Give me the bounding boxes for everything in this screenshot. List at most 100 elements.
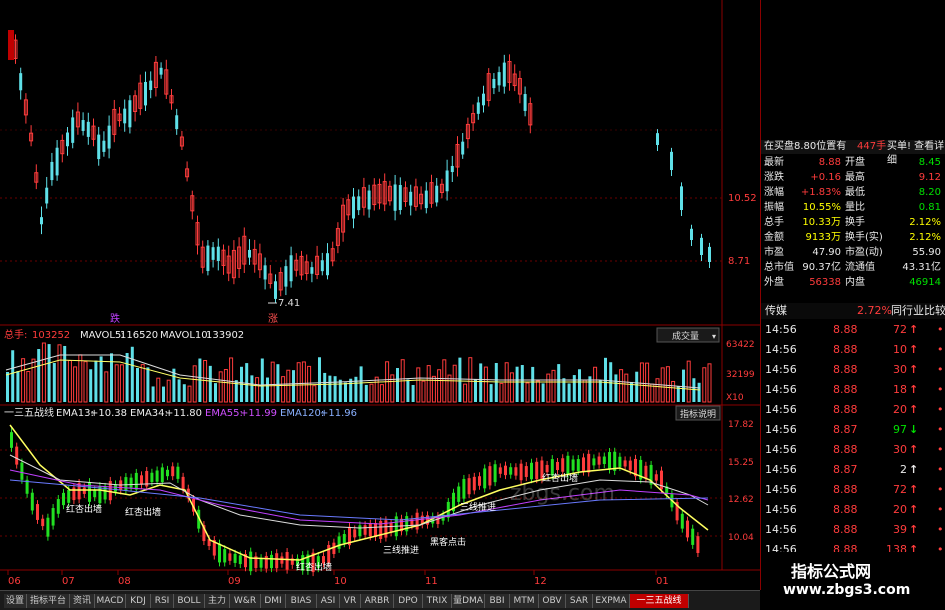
quote-label: 最高 — [845, 172, 865, 183]
tab-dma[interactable]: 量DMA — [452, 594, 485, 608]
industry-change: 2.72% — [857, 304, 892, 317]
tick-row: 14:56 8.87 97 ↓ • — [761, 420, 945, 440]
tab-macd[interactable]: MACD — [95, 594, 126, 608]
quote-row: 涨跌 +0.16 最高 9.12 — [761, 170, 945, 185]
tick-price: 8.88 — [833, 503, 858, 516]
tick-row: 14:56 8.88 10 ↑ • — [761, 340, 945, 360]
ema120-value: +11.96 — [320, 408, 357, 419]
tick-time: 14:56 — [765, 503, 797, 516]
tab-[interactable]: 指标平台 — [27, 594, 70, 608]
annotation-1: 红杏出墙 — [66, 503, 102, 515]
volume-axis-top: 63422 — [726, 340, 755, 350]
tab-boll[interactable]: BOLL — [174, 594, 205, 608]
quote-info-panel: 在买盘8.80位置有 447手 买单! 查看详细 最新 8.88 开盘 8.45 涨跌 +… — [761, 140, 945, 320]
scroll-marker[interactable] — [8, 30, 14, 60]
tick-volume: 97 — [893, 423, 907, 436]
tab-[interactable]: 一三五战线 — [630, 594, 689, 608]
dropdown-arrow-icon[interactable]: ▾ — [712, 332, 716, 341]
tab-obv[interactable]: OBV — [539, 594, 566, 608]
mavol10-label: MAVOL10: — [160, 330, 211, 341]
tab-wr[interactable]: W&R — [230, 594, 261, 608]
ema55-label: EMA55: — [205, 408, 243, 419]
event-marker-rise[interactable]: 涨 — [268, 313, 278, 325]
industry-row[interactable]: 传媒 2.72% 同行业比较 — [761, 303, 945, 319]
indicator-name[interactable]: 一三五战线 — [4, 406, 54, 419]
tick-volume: 10 — [893, 343, 907, 356]
tick-price: 8.88 — [833, 403, 858, 416]
mavol10-value: 133902 — [206, 330, 244, 341]
tick-volume: 18 — [893, 383, 907, 396]
tick-price: 8.88 — [833, 323, 858, 336]
mavol5-value: 116520 — [120, 330, 158, 341]
volume-axis-mid: 32199 — [726, 370, 755, 380]
site-badge: 指标公式网 www.zbgs3.com — [761, 552, 945, 609]
price-label-high: 10.52 — [728, 193, 757, 204]
ema34-label: EMA34: — [130, 408, 168, 419]
quote-value: 56338 — [809, 277, 841, 288]
tick-flag-icon: • — [937, 463, 944, 476]
tab-bias[interactable]: BIAS — [286, 594, 317, 608]
ema55-value: +11.99 — [240, 408, 277, 419]
tick-price: 8.87 — [833, 463, 858, 476]
tick-row: 14:56 8.87 2 ↑ • — [761, 460, 945, 480]
tick-volume: 72 — [893, 323, 907, 336]
tab-[interactable]: 资讯 — [70, 594, 95, 608]
tab-dpo[interactable]: DPO — [394, 594, 423, 608]
tab-dmi[interactable]: DMI — [261, 594, 286, 608]
quote-label: 外盘 — [764, 277, 784, 288]
tab-vr[interactable]: VR — [340, 594, 361, 608]
price-label-mid: 8.71 — [728, 256, 750, 267]
ema13-label: EMA13: — [56, 408, 94, 419]
quote-row: 总手 10.33万 换手 2.12% — [761, 215, 945, 230]
quote-label: 换手 — [845, 217, 865, 228]
tab-bbi[interactable]: BBI — [485, 594, 510, 608]
tick-price: 8.88 — [833, 343, 858, 356]
quote-value: 90.37亿 — [802, 262, 841, 273]
tab-[interactable]: 设置 — [4, 594, 27, 608]
tab-rsi[interactable]: RSI — [151, 594, 174, 608]
tab-kdj[interactable]: KDJ — [126, 594, 151, 608]
tick-list[interactable]: 传媒 2.72% 同行业比较 14:56 8.88 72 ↑ • 14:56 8.88 10 ↑… — [761, 300, 945, 556]
tick-time: 14:56 — [765, 323, 797, 336]
date-axis: 06 07 08 09 10 11 12 01 — [7, 570, 669, 587]
event-marker-fall[interactable]: 跌 — [110, 312, 120, 325]
stock-chart[interactable]: 10.52 8.71 7.41 跌 涨 总手: 103252 MAVOL5: 1… — [0, 0, 760, 590]
tab-arbr[interactable]: ARBR — [361, 594, 394, 608]
tick-time: 14:56 — [765, 463, 797, 476]
ema120-label: EMA120: — [280, 408, 324, 419]
order-alert-text: 在买盘8.80位置有 — [764, 141, 847, 152]
annotation-6: 三线推进 — [460, 501, 496, 513]
date-label-01: 01 — [656, 576, 669, 587]
tab-sar[interactable]: SAR — [566, 594, 593, 608]
tick-volume: 20 — [893, 403, 907, 416]
quote-value: +0.16 — [810, 172, 841, 183]
tick-time: 14:56 — [765, 483, 797, 496]
tick-time: 14:56 — [765, 363, 797, 376]
tick-price: 8.88 — [833, 363, 858, 376]
ind-axis-3: 12.62 — [728, 495, 754, 505]
quote-row: 振幅 10.55% 量比 0.81 — [761, 200, 945, 215]
industry-compare-link[interactable]: 同行业比较 — [891, 303, 945, 319]
ind-axis-4: 10.04 — [728, 533, 754, 543]
tab-trix[interactable]: TRIX — [423, 594, 452, 608]
quote-label: 量比 — [845, 202, 865, 213]
tick-time: 14:56 — [765, 403, 797, 416]
quote-value: 46914 — [909, 277, 941, 288]
tab-[interactable]: 主力 — [205, 594, 230, 608]
tick-row: 14:56 8.88 30 ↑ • — [761, 360, 945, 380]
tick-price: 8.88 — [833, 383, 858, 396]
tab-asi[interactable]: ASI — [317, 594, 340, 608]
date-label-12: 12 — [534, 576, 547, 587]
quote-row: 涨幅 +1.83% 最低 8.20 — [761, 185, 945, 200]
arrow-down-icon: ↓ — [909, 423, 919, 436]
tick-volume: 20 — [893, 503, 907, 516]
tab-expma[interactable]: EXPMA — [593, 594, 630, 608]
quote-label: 开盘 — [845, 157, 865, 168]
tab-mtm[interactable]: MTM — [510, 594, 539, 608]
arrow-up-icon: ↑ — [909, 503, 919, 516]
order-alert-bar[interactable]: 在买盘8.80位置有 447手 买单! 查看详细 — [761, 140, 945, 166]
quote-label: 最新 — [764, 157, 784, 168]
tick-row: 14:56 8.88 39 ↑ • — [761, 520, 945, 540]
tick-flag-icon: • — [937, 363, 944, 376]
quote-label: 振幅 — [764, 202, 784, 213]
